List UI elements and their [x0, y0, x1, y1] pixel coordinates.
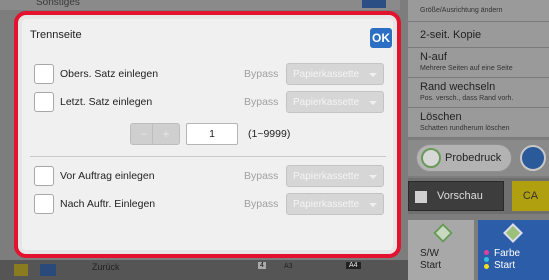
plus-icon: + — [162, 127, 170, 141]
chevron-down-icon — [369, 203, 377, 207]
divider — [30, 156, 386, 157]
color-start-line1: Farbe — [494, 248, 521, 259]
start-diamond-icon — [503, 223, 523, 243]
increment-button[interactable]: + — [152, 123, 180, 145]
panel-item-sub: Mehrere Seiten auf eine Seite — [420, 65, 513, 72]
separator-page-dialog: Trennseite OK Obers. Satz einlegen Bypas… — [14, 11, 401, 258]
clear-all-button[interactable]: CA — [512, 181, 549, 211]
proof-color-icon[interactable] — [520, 145, 546, 171]
row-insert-before-job: Vor Auftrag einlegen Bypass Papierkasset… — [22, 164, 393, 188]
proof-print-label: Probedruck — [445, 152, 502, 164]
checkbox-insert-after-job[interactable] — [34, 194, 54, 214]
preview-label: Vorschau — [437, 190, 483, 202]
tray-select[interactable]: Papierkassette — [286, 165, 384, 187]
preview-area: Vorschau CA — [408, 178, 549, 214]
panel-item-sub: Schatten rundherum löschen — [420, 125, 510, 132]
row-insert-top-set: Obers. Satz einlegen Bypass Papierkasset… — [22, 62, 393, 86]
start-diamond-icon — [433, 223, 453, 243]
proof-print-button[interactable]: Probedruck — [416, 144, 512, 172]
bypass-option[interactable]: Bypass — [244, 68, 278, 80]
panel-item-main: 2-seit. Kopie — [420, 29, 482, 41]
tray-select-value: Papierkassette — [293, 69, 360, 80]
checkbox-insert-top-set[interactable] — [34, 64, 54, 84]
tray-select-value: Papierkassette — [293, 97, 360, 108]
dialog-body: Trennseite OK Obers. Satz einlegen Bypas… — [22, 19, 393, 250]
tray-select[interactable]: Papierkassette — [286, 91, 384, 113]
ok-button[interactable]: OK — [370, 28, 392, 48]
preview-icon — [415, 191, 427, 203]
background-title: Sonstiges — [36, 0, 80, 8]
bypass-option[interactable]: Bypass — [244, 170, 278, 182]
bottom-status-bar: Zurück 4 A3 A4 — [0, 260, 408, 280]
chevron-down-icon — [369, 73, 377, 77]
panel-item-main: Rand wechseln — [420, 81, 496, 93]
clear-all-label: CA — [522, 190, 539, 202]
tray-select[interactable]: Papierkassette — [286, 63, 384, 85]
checkbox-insert-before-job[interactable] — [34, 166, 54, 186]
panel-item-erase[interactable]: Löschen Schatten rundherum löschen — [408, 108, 549, 138]
proof-area: Probedruck — [408, 140, 549, 176]
panel-item-main: Löschen — [420, 111, 462, 123]
bw-start-line2: Start — [420, 260, 442, 271]
sheet-count-range: (1~9999) — [248, 128, 291, 140]
color-start-line2: Start — [494, 260, 516, 271]
paper-a4-label: A4 — [346, 262, 361, 269]
tray-select[interactable]: Papierkassette — [286, 193, 384, 215]
paper-a3-label: A3 — [284, 263, 293, 270]
color-start-button[interactable]: Farbe Start — [478, 220, 549, 280]
bypass-option[interactable]: Bypass — [244, 198, 278, 210]
preview-button[interactable]: Vorschau — [408, 181, 504, 211]
page-count: 4 — [258, 262, 266, 269]
job-status-icon[interactable] — [14, 264, 28, 276]
mode-icon[interactable] — [40, 264, 56, 276]
panel-item-duplex-copy[interactable]: 2-seit. Kopie — [408, 22, 549, 48]
panel-item-margin-shift[interactable]: Rand wechseln Pos. versch., dass Rand vo… — [408, 78, 549, 108]
bypass-option[interactable]: Bypass — [244, 96, 278, 108]
tray-select-value: Papierkassette — [293, 171, 360, 182]
row-label: Vor Auftrag einlegen — [60, 170, 155, 182]
panel-item-main: N-auf — [420, 51, 447, 63]
dialog-title: Trennseite — [30, 29, 82, 41]
row-label: Obers. Satz einlegen — [60, 68, 159, 80]
panel-item-size-orientation[interactable]: Größe/Ausrichtung ändern — [408, 0, 549, 22]
panel-item-sub: Pos. versch., dass Rand vorh. — [420, 95, 514, 102]
background-header: Sonstiges — [0, 0, 400, 10]
bw-start-line1: S/W — [420, 248, 439, 259]
tray-select-value: Papierkassette — [293, 199, 360, 210]
panel-item-n-up[interactable]: N-auf Mehrere Seiten auf eine Seite — [408, 48, 549, 78]
proof-print-icon — [421, 148, 441, 168]
chevron-down-icon — [369, 101, 377, 105]
sheet-count-input[interactable]: 1 — [186, 123, 238, 145]
back-button[interactable]: Zurück — [92, 262, 120, 272]
row-insert-after-job: Nach Auftr. Einlegen Bypass Papierkasset… — [22, 192, 393, 216]
row-label: Nach Auftr. Einlegen — [60, 198, 156, 210]
row-insert-last-set: Letzt. Satz einlegen Bypass Papierkasset… — [22, 90, 393, 114]
color-dots-icon — [484, 250, 490, 270]
chevron-down-icon — [369, 175, 377, 179]
sheet-count-stepper: − + 1 (1~9999) — [22, 122, 393, 146]
checkbox-insert-last-set[interactable] — [34, 92, 54, 112]
background-ok-chip — [362, 0, 386, 8]
panel-item-sub: Größe/Ausrichtung ändern — [420, 7, 503, 14]
bw-start-button[interactable]: S/W Start — [408, 220, 474, 280]
row-label: Letzt. Satz einlegen — [60, 96, 153, 108]
